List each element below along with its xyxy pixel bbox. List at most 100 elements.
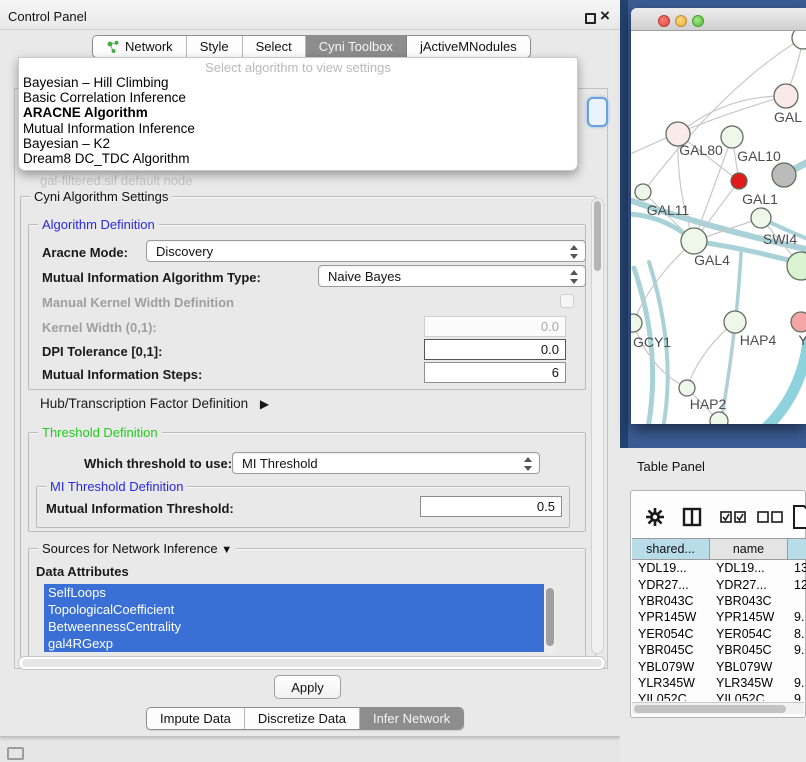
dpi-tolerance-field[interactable]: 0.0 bbox=[424, 339, 566, 360]
algorithm-option[interactable]: Bayesian – K2 bbox=[19, 136, 577, 151]
data-attributes-list[interactable]: SelfLoopsTopologicalCoefficientBetweenne… bbox=[44, 584, 544, 654]
table-cell: YIL052C bbox=[632, 691, 710, 701]
attributes-scrollbar[interactable] bbox=[544, 586, 556, 654]
tab-style[interactable]: Style bbox=[187, 36, 243, 57]
mi-type-combo[interactable]: Naive Bayes bbox=[318, 265, 586, 287]
table-row[interactable]: YER054CYER054C8. bbox=[632, 626, 806, 642]
network-node[interactable] bbox=[787, 252, 806, 280]
table-cell: YBR043C bbox=[632, 593, 710, 609]
tab-infer-network[interactable]: Infer Network bbox=[360, 708, 463, 729]
network-node[interactable] bbox=[721, 126, 743, 148]
network-node[interactable] bbox=[635, 184, 651, 200]
table-row[interactable]: YIL052CYIL052C9. bbox=[632, 691, 806, 701]
table-cell: YBR043C bbox=[710, 593, 788, 609]
network-node[interactable] bbox=[724, 311, 746, 333]
network-node[interactable] bbox=[631, 314, 642, 332]
hub-section-toggle[interactable]: Hub/Transcription Factor Definition ▶ bbox=[40, 396, 269, 411]
apply-button[interactable]: Apply bbox=[274, 675, 341, 699]
tab-label: Style bbox=[200, 39, 229, 54]
network-node[interactable] bbox=[791, 312, 806, 332]
table-row[interactable]: YBR043CYBR043C bbox=[632, 593, 806, 609]
deselect-checkboxes-icon[interactable] bbox=[757, 511, 783, 524]
data-attribute-item[interactable]: gal4RGexp bbox=[44, 635, 544, 652]
minimize-traffic-light[interactable] bbox=[675, 15, 687, 27]
settings-horizontal-scrollbar[interactable] bbox=[18, 656, 606, 670]
tab-impute-data[interactable]: Impute Data bbox=[147, 708, 245, 729]
sources-title[interactable]: Sources for Network Inference ▼ bbox=[38, 541, 236, 556]
table-horizontal-scrollbar-thumb[interactable] bbox=[634, 705, 786, 713]
node-label: GCY1 bbox=[633, 334, 671, 350]
column-header[interactable]: shared... bbox=[632, 538, 710, 560]
mi-steps-field[interactable]: 6 bbox=[424, 362, 566, 383]
node-label: SWI4 bbox=[763, 231, 797, 247]
columns-icon[interactable] bbox=[682, 507, 702, 527]
table-row[interactable]: YBL079WYBL079W bbox=[632, 658, 806, 674]
which-threshold-label: Which threshold to use: bbox=[84, 456, 232, 471]
table-row[interactable]: YDR27...YDR27...12 bbox=[632, 576, 806, 592]
algorithm-options-list: Bayesian – Hill ClimbingBasic Correlatio… bbox=[19, 75, 577, 166]
tab-label: jActiveMNodules bbox=[420, 39, 517, 54]
algorithm-option[interactable]: Basic Correlation Inference bbox=[19, 90, 577, 105]
network-node[interactable] bbox=[681, 228, 707, 254]
aracne-mode-combo[interactable]: Discovery bbox=[146, 240, 586, 262]
table-row[interactable]: YDL19...YDL19...13 bbox=[632, 560, 806, 576]
algorithm-option[interactable]: ARACNE Algorithm bbox=[19, 105, 577, 120]
close-icon[interactable]: × bbox=[600, 6, 610, 26]
network-node[interactable] bbox=[731, 173, 747, 189]
file-icon[interactable] bbox=[793, 505, 806, 529]
which-threshold-value: MI Threshold bbox=[242, 456, 318, 471]
inference-algorithm-combo-fragment[interactable] bbox=[587, 97, 608, 127]
float-panel-icon[interactable] bbox=[585, 13, 596, 24]
table-cell: YBL079W bbox=[710, 658, 788, 674]
settings-horizontal-scrollbar-thumb[interactable] bbox=[22, 659, 602, 667]
table-row[interactable]: YBR045CYBR045C9. bbox=[632, 642, 806, 658]
mi-threshold-field[interactable]: 0.5 bbox=[420, 496, 562, 517]
which-threshold-combo[interactable]: MI Threshold bbox=[232, 452, 540, 474]
tab-label: Cyni Toolbox bbox=[319, 39, 393, 54]
tab-jactivemnodules[interactable]: jActiveMNodules bbox=[407, 36, 530, 57]
tab-cyni-toolbox[interactable]: Cyni Toolbox bbox=[306, 36, 407, 57]
attributes-scrollbar-thumb[interactable] bbox=[546, 588, 554, 646]
select-all-checkboxes-icon[interactable] bbox=[720, 511, 746, 524]
tab-discretize-data[interactable]: Discretize Data bbox=[245, 708, 360, 729]
network-node[interactable] bbox=[710, 412, 728, 424]
table-horizontal-scrollbar[interactable] bbox=[632, 702, 804, 714]
network-node[interactable] bbox=[772, 163, 796, 187]
table-header-row: shared...nameA bbox=[632, 538, 806, 560]
data-attribute-item[interactable]: SelfLoops bbox=[44, 584, 544, 601]
network-canvas[interactable]: GALGAL80GAL10GAL1GAL11SWI4GAL4GCY1HAP4YH… bbox=[631, 31, 806, 424]
column-header[interactable]: name bbox=[710, 538, 788, 560]
zoom-traffic-light[interactable] bbox=[692, 15, 704, 27]
tab-label: Impute Data bbox=[160, 711, 231, 726]
network-node[interactable] bbox=[792, 31, 806, 49]
tab-select[interactable]: Select bbox=[243, 36, 306, 57]
tab-network[interactable]: Network bbox=[93, 36, 187, 57]
mi-threshold-label: Mutual Information Threshold: bbox=[46, 501, 234, 516]
kernel-width-field[interactable]: 0.0 bbox=[424, 316, 566, 337]
table-cell: 9. bbox=[788, 675, 806, 691]
data-attribute-item[interactable]: BetweennessCentrality bbox=[44, 618, 544, 635]
network-node[interactable] bbox=[751, 208, 771, 228]
data-attribute-item[interactable]: TopologicalCoefficient bbox=[44, 601, 544, 618]
close-traffic-light[interactable] bbox=[658, 15, 670, 27]
network-node[interactable] bbox=[679, 380, 695, 396]
network-node[interactable] bbox=[774, 84, 798, 108]
settings-scrollbar-thumb[interactable] bbox=[594, 201, 601, 271]
table-cell: YBR045C bbox=[710, 642, 788, 658]
node-label: HAP4 bbox=[740, 332, 777, 348]
column-header[interactable]: A bbox=[788, 538, 806, 560]
gear-icon[interactable] bbox=[645, 507, 665, 527]
manual-kernel-checkbox[interactable] bbox=[560, 294, 574, 308]
dock-panel-icon[interactable] bbox=[7, 747, 24, 760]
node-label: GAL bbox=[774, 109, 802, 125]
algorithm-option[interactable]: Dream8 DC_TDC Algorithm bbox=[19, 151, 577, 166]
algorithm-option[interactable]: Bayesian – Hill Climbing bbox=[19, 75, 577, 90]
algorithm-option[interactable]: Mutual Information Inference bbox=[19, 121, 577, 136]
table-row[interactable]: YLR345WYLR345W9. bbox=[632, 675, 806, 691]
table-row[interactable]: YPR145WYPR145W9. bbox=[632, 609, 806, 625]
algorithm-dropdown-popup: Select algorithm to view settings Bayesi… bbox=[18, 57, 578, 171]
settings-scrollbar[interactable] bbox=[591, 198, 604, 654]
control-panel-titlebar: Control Panel × bbox=[0, 0, 620, 30]
cyni-mode-tabbar: Impute Data Discretize DataInfer Network bbox=[146, 707, 464, 730]
network-window-titlebar[interactable] bbox=[631, 8, 806, 31]
